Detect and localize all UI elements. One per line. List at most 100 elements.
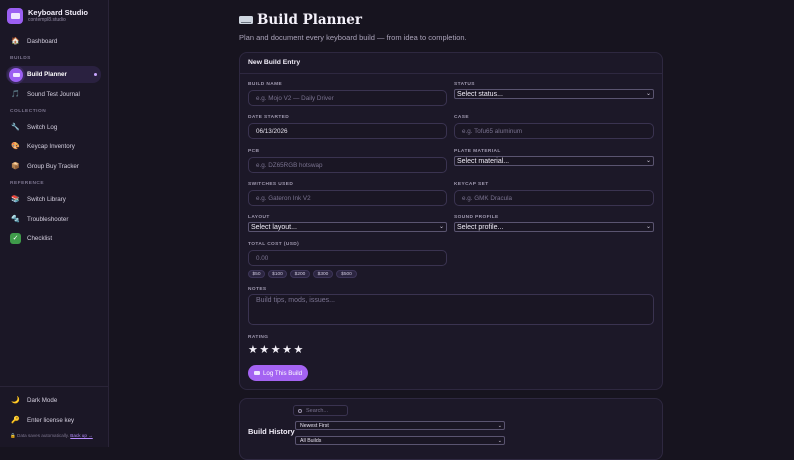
status-label: STATUS bbox=[454, 82, 475, 87]
cost-chip-200[interactable]: $200 bbox=[290, 270, 310, 278]
sidebar-item-dashboard[interactable]: 🏠 Dashboard bbox=[6, 33, 101, 50]
keycap-set-label: KEYCAP SET bbox=[454, 182, 489, 187]
status-select[interactable]: Select status... ⌄ bbox=[454, 89, 654, 99]
rating-star-2[interactable]: ★ bbox=[259, 345, 269, 356]
case-input[interactable]: e.g. Tofu65 aluminum bbox=[454, 123, 654, 139]
sidebar-item-build-planner[interactable]: Build Planner bbox=[6, 66, 101, 83]
sort-value: Newest First bbox=[300, 422, 329, 429]
sidebar-item-troubleshooter[interactable]: 🔩 Troubleshooter bbox=[6, 211, 101, 228]
rating-star-3[interactable]: ★ bbox=[271, 345, 281, 356]
palette-icon: 🎨 bbox=[11, 143, 20, 150]
date-started-label: DATE STARTED bbox=[248, 115, 290, 120]
keyboard-logo-icon bbox=[7, 8, 23, 24]
layout-select-value: Select layout... bbox=[251, 223, 297, 231]
cost-chip-50[interactable]: $50 bbox=[248, 270, 265, 278]
build-name-label: BUILD NAME bbox=[248, 82, 283, 87]
sidebar-section-collection: COLLECTION bbox=[10, 109, 47, 114]
log-build-button[interactable]: Log This Build bbox=[248, 365, 308, 381]
active-indicator bbox=[94, 73, 97, 76]
total-cost-input[interactable]: 0.00 bbox=[248, 250, 447, 266]
brand: Keyboard Studio contempl8.studio bbox=[7, 8, 88, 24]
plate-material-select[interactable]: Select material... ⌄ bbox=[454, 156, 654, 166]
keycap-set-input[interactable]: e.g. GMK Dracula bbox=[454, 190, 654, 206]
sidebar-item-label: Sound Test Journal bbox=[27, 91, 80, 98]
wrench-icon: 🔧 bbox=[11, 124, 20, 131]
sidebar-item-label: Checklist bbox=[27, 235, 53, 242]
sound-profile-value: Select profile... bbox=[457, 223, 504, 231]
books-icon: 📚 bbox=[11, 196, 20, 203]
keyboard-icon bbox=[239, 16, 253, 24]
dark-mode-label: Dark Mode bbox=[27, 397, 58, 404]
chevron-down-icon: ⌄ bbox=[645, 158, 651, 164]
chevron-down-icon: ⌄ bbox=[645, 224, 651, 230]
rating-star-4[interactable]: ★ bbox=[282, 345, 292, 356]
notes-label: NOTES bbox=[248, 287, 267, 292]
history-filter-select[interactable]: All Builds ⌄ bbox=[295, 436, 505, 445]
sidebar-item-label: Dashboard bbox=[27, 38, 58, 45]
history-search-input[interactable]: Search... bbox=[293, 405, 348, 416]
layout-label: LAYOUT bbox=[248, 215, 270, 220]
music-note-icon: 🎵 bbox=[11, 91, 20, 98]
chevron-down-icon: ⌄ bbox=[497, 437, 502, 444]
layout-select[interactable]: Select layout... ⌄ bbox=[248, 222, 447, 232]
page-subtitle: Plan and document every keyboard build —… bbox=[239, 33, 467, 42]
sound-profile-select[interactable]: Select profile... ⌄ bbox=[454, 222, 654, 232]
autosave-note: 🔒 Data saves automatically. Back up → bbox=[10, 433, 93, 439]
chevron-down-icon: ⌄ bbox=[438, 224, 444, 230]
sidebar-section-builds: BUILDS bbox=[10, 56, 31, 61]
sidebar-item-label: Switch Log bbox=[27, 124, 58, 131]
dark-mode-toggle[interactable]: 🌙 Dark Mode bbox=[6, 392, 101, 409]
pcb-input[interactable]: e.g. DZ65RGB hotswap bbox=[248, 157, 447, 173]
switches-label: SWITCHES USED bbox=[248, 182, 294, 187]
card-title: New Build Entry bbox=[248, 59, 301, 66]
date-started-input[interactable]: 06/13/2026 bbox=[248, 123, 447, 139]
cost-chip-300[interactable]: $300 bbox=[313, 270, 333, 278]
plate-material-value: Select material... bbox=[457, 157, 510, 165]
switches-input[interactable]: e.g. Gateron Ink V2 bbox=[248, 190, 447, 206]
pcb-label: PCB bbox=[248, 149, 260, 154]
sidebar-item-switch-log[interactable]: 🔧 Switch Log bbox=[6, 119, 101, 136]
rating-stars: ★ ★ ★ ★ ★ bbox=[248, 345, 305, 356]
checkmark-icon: ✓ bbox=[10, 233, 21, 244]
key-icon: 🔑 bbox=[11, 417, 20, 424]
sidebar-item-label: Group Buy Tracker bbox=[27, 163, 79, 170]
cost-chip-100[interactable]: $100 bbox=[268, 270, 287, 278]
card-header: New Build Entry bbox=[240, 53, 662, 74]
sidebar-section-reference: REFERENCE bbox=[10, 181, 45, 186]
search-icon bbox=[298, 408, 302, 413]
page-title: Build Planner bbox=[239, 12, 362, 28]
sidebar-item-group-buy-tracker[interactable]: 📦 Group Buy Tracker bbox=[6, 158, 101, 175]
filter-value: All Builds bbox=[300, 437, 322, 444]
sidebar-item-keycap-inventory[interactable]: 🎨 Keycap Inventory bbox=[6, 138, 101, 155]
sidebar-item-switch-library[interactable]: 📚 Switch Library bbox=[6, 191, 101, 208]
brand-subtitle: contempl8.studio bbox=[28, 17, 66, 23]
backup-link[interactable]: Back up → bbox=[70, 433, 92, 438]
sidebar-item-label: Keycap Inventory bbox=[27, 143, 75, 150]
license-key-label: Enter license key bbox=[27, 417, 75, 424]
package-icon: 📦 bbox=[11, 163, 20, 170]
lock-icon: 🔒 bbox=[10, 433, 16, 438]
sidebar-item-sound-test-journal[interactable]: 🎵 Sound Test Journal bbox=[6, 86, 101, 103]
history-sort-select[interactable]: Newest First ⌄ bbox=[295, 421, 505, 430]
build-history-title: Build History bbox=[248, 427, 295, 436]
sound-profile-label: SOUND PROFILE bbox=[454, 215, 499, 220]
license-key-button[interactable]: 🔑 Enter license key bbox=[6, 412, 101, 429]
sidebar-item-label: Build Planner bbox=[27, 71, 67, 78]
cost-chip-500[interactable]: $500 bbox=[336, 270, 357, 278]
keyboard-icon bbox=[9, 67, 23, 82]
home-icon: 🏠 bbox=[11, 38, 20, 45]
rating-label: RATING bbox=[248, 335, 269, 340]
rating-star-5[interactable]: ★ bbox=[294, 345, 304, 356]
sidebar-divider bbox=[0, 386, 108, 387]
total-cost-label: TOTAL COST (USD) bbox=[248, 242, 300, 247]
chevron-down-icon: ⌄ bbox=[645, 91, 651, 97]
status-select-value: Select status... bbox=[457, 90, 503, 98]
sidebar-item-checklist[interactable]: ✓ Checklist bbox=[6, 230, 101, 247]
rating-star-1[interactable]: ★ bbox=[248, 345, 258, 356]
log-build-label: Log This Build bbox=[262, 369, 303, 377]
sidebar: Keyboard Studio contempl8.studio 🏠 Dashb… bbox=[0, 0, 109, 447]
build-name-input[interactable]: e.g. Mojo V2 — Daily Driver bbox=[248, 90, 447, 106]
notes-textarea[interactable]: Build tips, mods, issues... bbox=[248, 294, 654, 325]
sidebar-item-label: Switch Library bbox=[27, 196, 66, 203]
search-placeholder: Search... bbox=[306, 407, 329, 414]
